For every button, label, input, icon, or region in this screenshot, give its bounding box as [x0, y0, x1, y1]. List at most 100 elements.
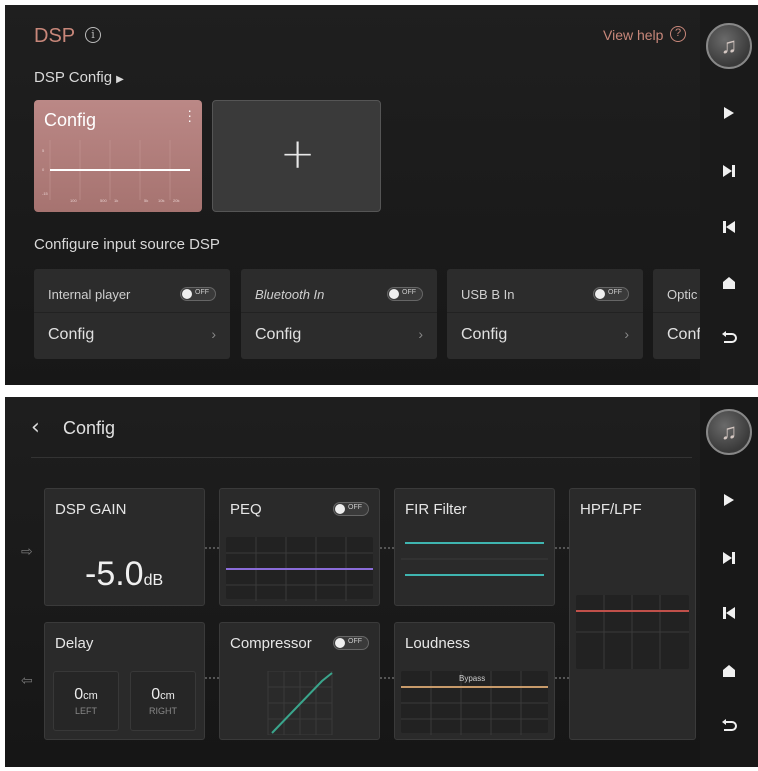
svg-text:20k: 20k: [173, 198, 179, 203]
svg-text:500: 500: [100, 198, 107, 203]
add-config-button[interactable]: +: [212, 100, 381, 212]
toggle-state-text: OFF: [348, 504, 362, 511]
page-title: DSP: [34, 25, 76, 47]
toggle-state-text: OFF: [348, 638, 362, 645]
dsp-config-label: DSP Config: [34, 69, 113, 86]
divider: [241, 312, 437, 313]
toggle-state-text: OFF: [402, 289, 416, 296]
previous-track-icon[interactable]: [718, 602, 740, 624]
home-icon[interactable]: [718, 272, 740, 294]
toggle-knob: [595, 289, 605, 299]
delay-left-value: 0: [74, 686, 84, 703]
module-title: DSP GAIN: [55, 501, 127, 518]
next-track-icon[interactable]: [718, 160, 740, 182]
divider: [31, 457, 692, 458]
divider: [34, 312, 230, 313]
peq-toggle[interactable]: OFF: [333, 502, 369, 516]
connector: [205, 547, 219, 549]
return-icon[interactable]: [718, 327, 740, 349]
svg-text:-15: -15: [42, 191, 49, 196]
delay-right-value: 0: [151, 686, 161, 703]
back-chevron-icon[interactable]: ‹: [31, 415, 40, 440]
source-toggle[interactable]: OFF: [387, 287, 423, 301]
info-icon[interactable]: i: [85, 27, 101, 43]
connector: [380, 547, 394, 549]
music-note-icon[interactable]: ♫: [706, 409, 752, 455]
triangle-right-icon: ▶: [116, 74, 124, 85]
gain-value: -5.0dB: [85, 555, 163, 594]
source-card-internal-player[interactable]: Internal player OFF Config ›: [34, 269, 230, 359]
hpf-lpf-graph: [576, 595, 689, 669]
delay-left-unit: cm: [83, 690, 98, 702]
source-config-link[interactable]: Config: [48, 326, 94, 344]
source-toggle[interactable]: OFF: [180, 287, 216, 301]
module-title: HPF/LPF: [580, 501, 642, 518]
music-note-icon[interactable]: ♫: [706, 23, 752, 69]
view-help-link[interactable]: View help: [603, 27, 663, 43]
plus-icon: +: [280, 129, 316, 178]
compressor-module[interactable]: Compressor OFF: [219, 622, 380, 740]
source-name: Bluetooth In: [255, 287, 325, 302]
svg-text:100: 100: [70, 198, 77, 203]
chevron-right-icon: ›: [418, 326, 423, 342]
source-config-link[interactable]: Confi: [667, 326, 704, 344]
svg-text:0: 0: [42, 167, 45, 172]
peq-module[interactable]: PEQ OFF: [219, 488, 380, 606]
more-options-icon[interactable]: · · ·: [187, 103, 192, 127]
input-source-heading: Configure input source DSP: [34, 236, 220, 253]
previous-track-icon[interactable]: [718, 216, 740, 238]
svg-text:10k: 10k: [158, 198, 164, 203]
delay-right-unit: cm: [160, 690, 175, 702]
dsp-panel: DSP i View help ? DSP Config ▶ Config · · ·…: [5, 5, 758, 385]
source-card-usb-b-in[interactable]: USB B In OFF Config ›: [447, 269, 643, 359]
eq-curve-graph: 5 0 -15 100 500 1k 5k 10k 20k: [42, 140, 190, 203]
config-preset-card[interactable]: Config · · · 5 0 -15 100 500 1k 5k 10k 20k: [34, 100, 202, 212]
delay-values: 0cm LEFT 0cm RIGHT: [51, 663, 198, 733]
connector: [555, 677, 569, 679]
svg-text:5: 5: [42, 148, 45, 153]
source-name: Optic: [667, 287, 698, 302]
config-panel: ‹ Config ⇨ ⇦ DSP GAIN -5.0dB PEQ OFF FIR…: [5, 397, 758, 767]
output-arrow-icon: ⇦: [21, 672, 33, 688]
return-icon[interactable]: [718, 715, 740, 737]
next-track-icon[interactable]: [718, 547, 740, 569]
play-icon[interactable]: [718, 102, 740, 124]
toggle-knob: [182, 289, 192, 299]
module-title: Loudness: [405, 635, 471, 652]
fir-filter-module[interactable]: FIR Filter: [394, 488, 555, 606]
dsp-gain-module[interactable]: DSP GAIN -5.0dB: [44, 488, 205, 606]
source-config-link[interactable]: Config: [461, 326, 507, 344]
source-name: USB B In: [461, 287, 515, 302]
compressor-graph: [226, 670, 373, 736]
gain-number: -5.0: [85, 555, 144, 593]
connector: [380, 677, 394, 679]
delay-left-label: LEFT: [74, 706, 97, 716]
play-icon[interactable]: [718, 489, 740, 511]
connector: [205, 677, 219, 679]
connector: [555, 547, 569, 549]
toggle-knob: [335, 504, 345, 514]
delay-module[interactable]: Delay 0cm LEFT 0cm RIGHT: [44, 622, 205, 740]
toggle-state-text: OFF: [195, 289, 209, 296]
help-icon[interactable]: ?: [670, 26, 686, 42]
module-title: Compressor: [230, 635, 312, 652]
source-card-bluetooth-in[interactable]: Bluetooth In OFF Config ›: [241, 269, 437, 359]
module-title: FIR Filter: [405, 501, 467, 518]
side-controls: ♫: [700, 5, 758, 385]
svg-text:1k: 1k: [114, 198, 118, 203]
delay-right-label: RIGHT: [149, 706, 177, 716]
config-card-title: Config: [44, 110, 97, 130]
module-title: PEQ: [230, 501, 262, 518]
dsp-config-header[interactable]: DSP Config ▶: [34, 69, 124, 86]
loudness-module[interactable]: Loudness Bypass: [394, 622, 555, 740]
delay-right: 0cm RIGHT: [130, 671, 196, 731]
toggle-state-text: OFF: [608, 289, 622, 296]
source-config-link[interactable]: Config: [255, 326, 301, 344]
peq-graph: [226, 537, 373, 601]
hpf-lpf-module[interactable]: HPF/LPF: [569, 488, 696, 740]
module-title: Delay: [55, 635, 94, 652]
compressor-toggle[interactable]: OFF: [333, 636, 369, 650]
source-toggle[interactable]: OFF: [593, 287, 629, 301]
svg-text:5k: 5k: [144, 198, 148, 203]
home-icon[interactable]: [718, 660, 740, 682]
